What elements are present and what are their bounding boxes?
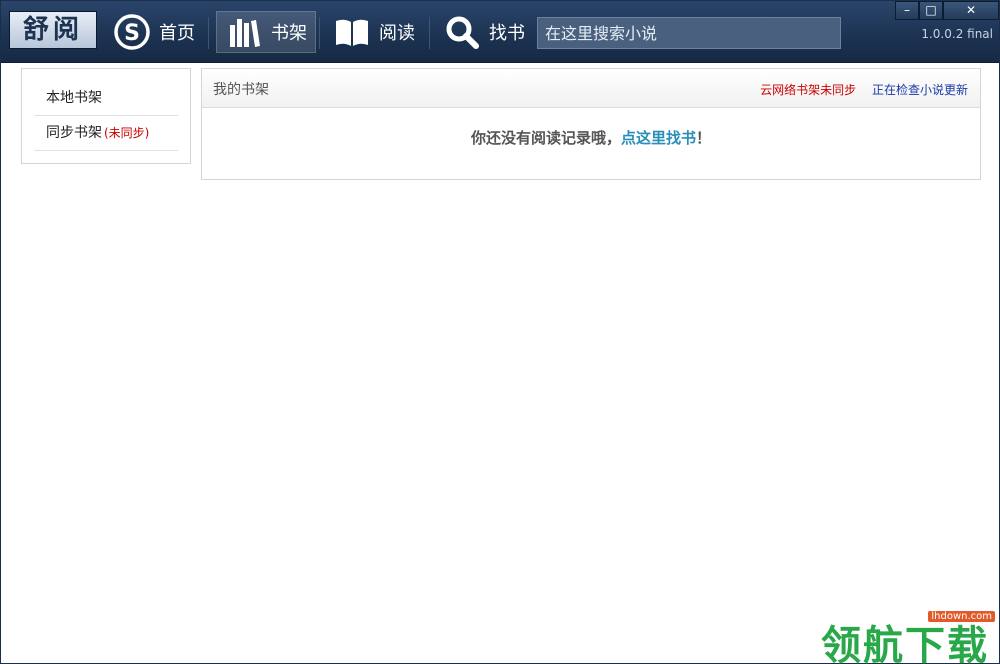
bookshelf-icon <box>230 19 260 47</box>
cloud-sync-status-link[interactable]: 云网络书架未同步 <box>760 83 856 97</box>
nav-divider <box>429 17 430 49</box>
home-s-icon: S <box>114 14 150 50</box>
nav-find-label: 找书 <box>489 23 525 44</box>
maximize-button[interactable]: □ <box>919 1 943 20</box>
watermark-url: lhdown.com <box>928 611 995 622</box>
sidebar-item-local-shelf[interactable]: 本地书架 <box>34 81 178 116</box>
bookshelf-panel: 我的书架 云网络书架未同步 正在检查小说更新 你还没有阅读记录哦，点这里找书！ <box>201 68 981 180</box>
empty-shelf-message: 你还没有阅读记录哦，点这里找书！ <box>202 127 980 148</box>
search-icon <box>446 16 479 49</box>
find-book-link[interactable]: 点这里找书 <box>621 129 696 147</box>
sidebar: 本地书架 同步书架 (未同步) <box>21 68 191 164</box>
top-nav-bar: 舒阅 S 首页 书架 阅读 找书 在这里搜索小说 – □ ✕ 1.0.0.2 f… <box>1 1 999 63</box>
window-controls: – □ ✕ <box>895 1 999 21</box>
sidebar-item-label: 同步书架 <box>46 125 102 141</box>
nav-shelf[interactable]: 书架 <box>216 11 316 53</box>
panel-header: 我的书架 云网络书架未同步 正在检查小说更新 <box>202 69 980 108</box>
sync-status-note: (未同步) <box>104 126 150 140</box>
panel-title: 我的书架 <box>213 82 269 98</box>
nav-divider <box>319 17 320 49</box>
sidebar-item-label: 本地书架 <box>46 90 102 106</box>
update-check-status-link[interactable]: 正在检查小说更新 <box>872 83 968 97</box>
panel-status-links: 云网络书架未同步 正在检查小说更新 <box>760 81 968 98</box>
watermark: 领航下载 lhdown.com <box>819 607 1000 664</box>
app-logo: 舒阅 <box>9 11 97 49</box>
empty-message-suffix: ！ <box>696 129 712 147</box>
nav-read[interactable]: 阅读 <box>325 11 423 53</box>
svg-text:S: S <box>124 21 140 46</box>
nav-home[interactable]: S 首页 <box>105 11 203 53</box>
version-label: 1.0.0.2 final <box>921 27 993 41</box>
nav-home-label: 首页 <box>159 23 195 44</box>
app-window: 舒阅 S 首页 书架 阅读 找书 在这里搜索小说 – □ ✕ 1.0.0.2 f… <box>0 0 1000 664</box>
nav-divider <box>208 17 209 49</box>
empty-message-text: 你还没有阅读记录哦， <box>470 129 621 147</box>
minimize-button[interactable]: – <box>895 1 919 20</box>
nav-find[interactable]: 找书 <box>435 11 533 53</box>
sidebar-item-sync-shelf[interactable]: 同步书架 (未同步) <box>34 116 178 151</box>
open-book-icon <box>336 19 368 46</box>
close-button[interactable]: ✕ <box>943 1 999 20</box>
nav-shelf-label: 书架 <box>271 23 307 44</box>
nav-read-label: 阅读 <box>379 23 415 44</box>
search-input[interactable] <box>537 17 841 49</box>
